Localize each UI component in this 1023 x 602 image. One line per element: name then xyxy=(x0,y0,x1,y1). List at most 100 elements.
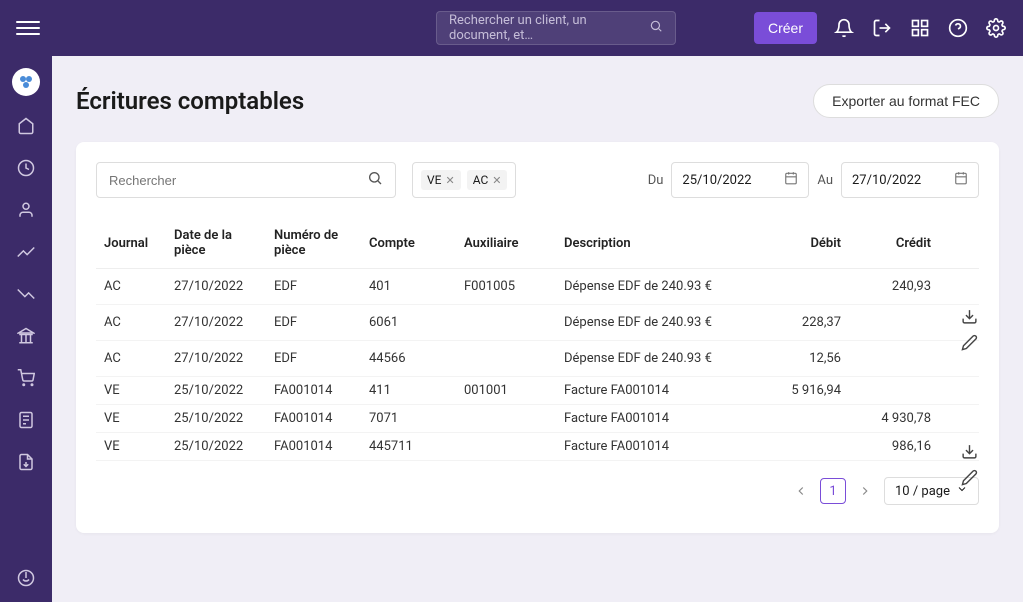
cell-date: 27/10/2022 xyxy=(166,305,266,341)
cell-numero: EDF xyxy=(266,341,361,377)
col-numero: Numéro de pièce xyxy=(266,218,361,269)
close-icon[interactable]: ✕ xyxy=(492,174,501,187)
table-row: VE25/10/2022FA001014411001001Facture FA0… xyxy=(96,377,979,405)
table-row: AC27/10/2022EDF44566Dépense EDF de 240.9… xyxy=(96,341,979,377)
table-search-input[interactable] xyxy=(109,173,359,188)
prev-page[interactable] xyxy=(792,482,810,500)
download-icon[interactable] xyxy=(961,308,979,326)
cell-compte: 411 xyxy=(361,377,456,405)
sidebar-logo[interactable] xyxy=(12,68,40,96)
cell-journal: AC xyxy=(96,341,166,377)
calendar-icon xyxy=(954,171,968,189)
download-icon[interactable] xyxy=(961,443,979,461)
cell-debit: 5 916,94 xyxy=(759,377,849,405)
cell-credit xyxy=(849,341,939,377)
cell-credit: 4 930,78 xyxy=(849,405,939,433)
cell-auxiliaire xyxy=(456,341,556,377)
col-description: Description xyxy=(556,218,759,269)
next-page[interactable] xyxy=(856,482,874,500)
cell-numero: FA001014 xyxy=(266,377,361,405)
col-date: Date de la pièce xyxy=(166,218,266,269)
cell-auxiliaire xyxy=(456,405,556,433)
cell-numero: FA001014 xyxy=(266,405,361,433)
cell-numero: EDF xyxy=(266,269,361,305)
chip-ve[interactable]: VE✕ xyxy=(421,170,461,190)
bell-icon[interactable] xyxy=(833,17,855,39)
cell-debit: 12,56 xyxy=(759,341,849,377)
search-icon xyxy=(649,19,663,37)
cell-date: 25/10/2022 xyxy=(166,433,266,461)
menu-toggle[interactable] xyxy=(16,16,40,40)
cell-debit xyxy=(759,269,849,305)
chip-ac[interactable]: AC✕ xyxy=(467,170,508,190)
search-icon xyxy=(367,170,383,190)
col-compte: Compte xyxy=(361,218,456,269)
cell-description: Dépense EDF de 240.93 € xyxy=(556,305,759,341)
cell-description: Dépense EDF de 240.93 € xyxy=(556,269,759,305)
table-row: AC27/10/2022EDF401F001005Dépense EDF de … xyxy=(96,269,979,305)
cell-date: 27/10/2022 xyxy=(166,341,266,377)
cell-description: Facture FA001014 xyxy=(556,377,759,405)
cell-journal: VE xyxy=(96,433,166,461)
create-button[interactable]: Créer xyxy=(754,12,817,44)
sidebar-document[interactable] xyxy=(14,408,38,432)
sidebar-down-chart[interactable] xyxy=(14,282,38,306)
cell-auxiliaire: F001005 xyxy=(456,269,556,305)
global-search-placeholder: Rechercher un client, un document, et… xyxy=(449,13,641,43)
edit-icon[interactable] xyxy=(961,334,979,352)
cell-auxiliaire: 001001 xyxy=(456,377,556,405)
date-from-input[interactable]: 25/10/2022 xyxy=(671,162,809,198)
date-to-label: Au xyxy=(817,173,833,188)
gear-icon[interactable] xyxy=(985,17,1007,39)
cell-credit xyxy=(849,305,939,341)
cell-date: 25/10/2022 xyxy=(166,377,266,405)
table-search[interactable] xyxy=(96,162,396,198)
cell-auxiliaire xyxy=(456,305,556,341)
sidebar-cart[interactable] xyxy=(14,366,38,390)
sidebar-up-chart[interactable] xyxy=(14,240,38,264)
col-auxiliaire: Auxiliaire xyxy=(456,218,556,269)
export-fec-button[interactable]: Exporter au format FEC xyxy=(813,84,999,118)
sidebar-rocket[interactable] xyxy=(14,566,38,590)
cell-description: Dépense EDF de 240.93 € xyxy=(556,341,759,377)
page-title: Écritures comptables xyxy=(76,87,304,115)
journal-filter-chips[interactable]: VE✕ AC✕ xyxy=(412,162,516,198)
cell-journal: AC xyxy=(96,305,166,341)
col-credit: Crédit xyxy=(849,218,939,269)
cell-numero: FA001014 xyxy=(266,433,361,461)
cell-date: 27/10/2022 xyxy=(166,269,266,305)
cell-credit xyxy=(849,377,939,405)
cell-numero: EDF xyxy=(266,305,361,341)
logout-icon[interactable] xyxy=(871,17,893,39)
col-actions xyxy=(939,218,979,269)
sidebar-dashboard[interactable] xyxy=(14,156,38,180)
apps-icon[interactable] xyxy=(909,17,931,39)
page-number[interactable]: 1 xyxy=(820,478,846,504)
table-row: VE25/10/2022FA001014445711 Facture FA0010… xyxy=(96,433,979,461)
sidebar-clients[interactable] xyxy=(14,198,38,222)
sidebar-bank[interactable] xyxy=(14,324,38,348)
cell-credit: 986,16 xyxy=(849,433,939,461)
date-from-label: Du xyxy=(648,173,664,188)
col-debit: Débit xyxy=(759,218,849,269)
edit-icon[interactable] xyxy=(961,469,979,487)
cell-compte: 6061 xyxy=(361,305,456,341)
cell-date: 25/10/2022 xyxy=(166,405,266,433)
cell-debit xyxy=(759,405,849,433)
date-to-input[interactable]: 27/10/2022 xyxy=(841,162,979,198)
cell-compte: 445711 xyxy=(361,433,456,461)
help-icon[interactable] xyxy=(947,17,969,39)
cell-debit xyxy=(759,433,849,461)
col-journal: Journal xyxy=(96,218,166,269)
cell-description: Facture FA001014 xyxy=(556,405,759,433)
sidebar-export[interactable] xyxy=(14,450,38,474)
close-icon[interactable]: ✕ xyxy=(445,174,454,187)
cell-description: Facture FA001014 xyxy=(556,433,759,461)
cell-journal: VE xyxy=(96,405,166,433)
cell-debit: 228,37 xyxy=(759,305,849,341)
sidebar-home[interactable] xyxy=(14,114,38,138)
table-row: VE25/10/2022FA0010147071Facture FA001014… xyxy=(96,405,979,433)
entries-table: Journal Date de la pièce Numéro de pièce… xyxy=(96,218,979,461)
cell-auxiliaire xyxy=(456,433,556,461)
global-search[interactable]: Rechercher un client, un document, et… xyxy=(436,11,676,45)
